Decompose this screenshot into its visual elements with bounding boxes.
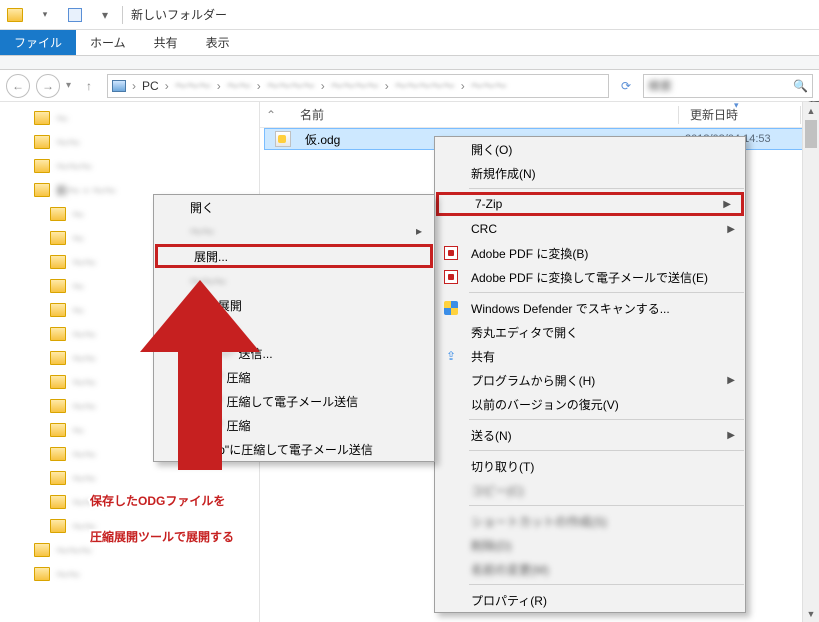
vertical-scrollbar[interactable]: ▲ ▼ <box>802 102 819 622</box>
chevron-right-icon: ▶ <box>723 199 731 210</box>
submenu-compress-send[interactable]: "仮～～"送信... <box>154 341 434 365</box>
list-expand-icon[interactable]: ⌃ <box>266 108 276 122</box>
crumb-blurred[interactable]: ～～ <box>225 77 253 94</box>
qat-item-icon[interactable] <box>64 4 86 26</box>
menu-adobe-pdf[interactable]: Adobe PDF に変換(B) <box>435 241 745 265</box>
menu-open-with[interactable]: プログラムから開く(H)▶ <box>435 368 745 392</box>
menu-defender[interactable]: Windows Defender でスキャンする... <box>435 296 745 320</box>
shield-icon <box>443 300 459 316</box>
submenu-open[interactable]: 開く <box>154 195 434 219</box>
pc-icon <box>112 80 126 92</box>
nav-recent-icon[interactable]: ▾ <box>66 80 71 91</box>
submenu-blurred[interactable]: ～～～ <box>154 269 434 293</box>
menu-adobe-pdf-mail[interactable]: Adobe PDF に変換して電子メールで送信(E) <box>435 265 745 289</box>
submenu-extract[interactable]: 展開... <box>155 244 433 268</box>
tab-home[interactable]: ホーム <box>76 30 140 55</box>
submenu-extract-to[interactable]: "仮\"展開 <box>154 293 434 317</box>
refresh-icon[interactable]: ⟳ <box>615 79 637 93</box>
nav-up-button[interactable]: ↑ <box>77 74 101 98</box>
crumb-blurred[interactable]: ～～～～ <box>265 77 317 94</box>
qat-dropdown-icon[interactable]: ▾ <box>34 4 56 26</box>
tab-share[interactable]: 共有 <box>140 30 192 55</box>
menu-share[interactable]: ⇪共有 <box>435 344 745 368</box>
menu-rename[interactable]: 名前の変更(M) <box>435 557 745 581</box>
qat-overflow-icon[interactable]: ▾ <box>94 4 116 26</box>
crumb-blurred[interactable]: ～～～ <box>173 77 213 94</box>
folder-icon <box>4 4 26 26</box>
column-date[interactable]: 更新日時 <box>690 106 738 123</box>
tab-file[interactable]: ファイル <box>0 30 76 55</box>
submenu-compress-mail[interactable]: "仮～"圧縮して電子メール送信 <box>154 389 434 413</box>
crumb-blurred[interactable]: ～～～～～ <box>393 77 457 94</box>
ribbon-spacer <box>0 56 819 70</box>
list-header[interactable]: ⌃ 名前 ▾ 更新日時 種類 <box>260 102 819 128</box>
nav-back-button[interactable]: ← <box>6 74 30 98</box>
pdf-icon <box>443 245 459 261</box>
column-name[interactable]: 名前 <box>300 106 324 123</box>
address-bar: ← → ▾ ↑ › PC ›～～～ ›～～ ›～～～～ ›～～～～ ›～～～～～… <box>0 70 819 102</box>
tab-view[interactable]: 表示 <box>192 30 244 55</box>
submenu-compress-7z[interactable]: "仮～"圧縮 <box>154 413 434 437</box>
window-titlebar: ▾ ▾ 新しいフォルダー <box>0 0 819 30</box>
crumb-blurred[interactable]: ～～～ <box>469 77 509 94</box>
submenu-compress[interactable]: "仮～"圧縮 <box>154 365 434 389</box>
crumb-blurred[interactable]: ～～～～ <box>329 77 381 94</box>
ribbon-tabs: ファイル ホーム 共有 表示 <box>0 30 819 56</box>
scroll-up-icon[interactable]: ▲ <box>803 102 819 119</box>
menu-new[interactable]: 新規作成(N) <box>435 161 745 185</box>
file-name: 仮.odg <box>305 131 340 148</box>
sevenzip-submenu: 開く ～～▸ 展開... ～～～ "仮\"展開 ～～～～ "仮～～"送信... … <box>153 194 435 462</box>
menu-crc[interactable]: CRC▶ <box>435 217 745 241</box>
scroll-thumb[interactable] <box>805 120 817 148</box>
menu-open[interactable]: 開く(O) <box>435 137 745 161</box>
crumb-pc[interactable]: PC <box>140 79 161 93</box>
odg-file-icon <box>275 131 291 147</box>
breadcrumb[interactable]: › PC ›～～～ ›～～ ›～～～～ ›～～～～ ›～～～～～ ›～～～ <box>107 74 609 98</box>
folder-icon <box>34 111 50 125</box>
window-title: 新しいフォルダー <box>131 6 227 23</box>
submenu-blurred[interactable]: ～～▸ <box>154 219 434 243</box>
menu-properties[interactable]: プロパティ(R) <box>435 588 745 612</box>
menu-send-to[interactable]: 送る(N)▶ <box>435 423 745 447</box>
titlebar-separator <box>122 6 123 24</box>
scroll-down-icon[interactable]: ▼ <box>803 605 819 622</box>
menu-cut[interactable]: 切り取り(T) <box>435 454 745 478</box>
context-menu: 開く(O) 新規作成(N) 7-Zip▶ CRC▶ Adobe PDF に変換(… <box>434 136 746 613</box>
nav-forward-button[interactable]: → <box>36 74 60 98</box>
menu-shortcut[interactable]: ショートカットの作成(S) <box>435 509 745 533</box>
search-input[interactable]: 検索 🔍 <box>643 74 813 98</box>
submenu-blurred[interactable]: ～～～～ <box>154 317 434 341</box>
menu-hidemaru[interactable]: 秀丸エディタで開く <box>435 320 745 344</box>
search-placeholder: 検索 <box>648 77 672 94</box>
share-icon: ⇪ <box>443 348 459 364</box>
menu-delete[interactable]: 削除(D) <box>435 533 745 557</box>
menu-prev-version[interactable]: 以前のバージョンの復元(V) <box>435 392 745 416</box>
tree-item[interactable]: ～ <box>0 106 259 130</box>
menu-copy[interactable]: コピー(C) <box>435 478 745 502</box>
search-icon: 🔍 <box>793 79 808 93</box>
submenu-zip-mail[interactable]: "仮.zip"に圧縮して電子メール送信 <box>154 437 434 461</box>
menu-7zip[interactable]: 7-Zip▶ <box>436 192 744 216</box>
